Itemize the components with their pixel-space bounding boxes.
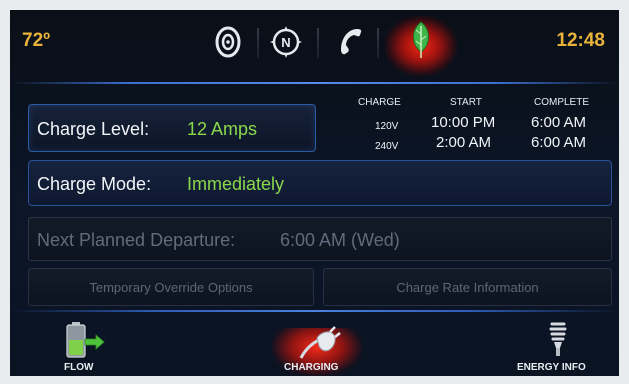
schedule-voltage: 120V [375,121,399,132]
charging-plug-icon [297,324,341,367]
energy-info-icon [548,321,568,364]
clock: 12:48 [556,30,605,51]
charging-screen: 72º N 12:48 Charge Level: 12 Amps CHARGE… [10,10,619,376]
nav-energy-info[interactable]: ENERGY INFO [517,362,586,373]
svg-text:N: N [281,35,290,50]
footer-divider [10,310,619,312]
schedule-start-time: 10:00 PM [431,114,496,131]
schedule-header-charge: CHARGE [358,97,401,108]
divider [257,28,259,58]
schedule-start-time: 2:00 AM [436,134,492,151]
temporary-override-button[interactable]: Temporary Override Options [28,268,314,306]
divider [377,28,379,58]
schedule-header-complete: COMPLETE [534,97,590,108]
schedule-complete-time: 6:00 AM [531,114,587,131]
nav-charging[interactable]: CHARGING [284,362,338,373]
schedule-voltage: 240V [375,141,399,152]
header-divider [10,82,619,84]
navigation-icon[interactable]: N [268,24,304,60]
phone-icon[interactable] [332,24,368,60]
schedule-header-start: START [450,97,482,108]
next-departure-value: 6:00 AM (Wed) [280,230,400,250]
audio-icon[interactable] [210,24,246,60]
charge-level-value: 12 Amps [187,119,258,139]
next-departure-label: Next Planned Departure: [37,230,236,250]
charge-mode-value: Immediately [187,174,285,194]
charge-level-label: Charge Level: [37,119,150,139]
nav-flow[interactable]: FLOW [64,362,93,373]
divider [317,28,319,58]
charge-rate-info-button[interactable]: Charge Rate Information [323,268,612,306]
top-status-bar: 72º N 12:48 [10,10,619,80]
schedule-complete-time: 6:00 AM [531,134,587,151]
leaf-icon[interactable] [403,21,439,58]
charge-mode-label: Charge Mode: [37,174,152,194]
outside-temperature: 72º [22,30,51,51]
battery-flow-icon [66,322,106,365]
